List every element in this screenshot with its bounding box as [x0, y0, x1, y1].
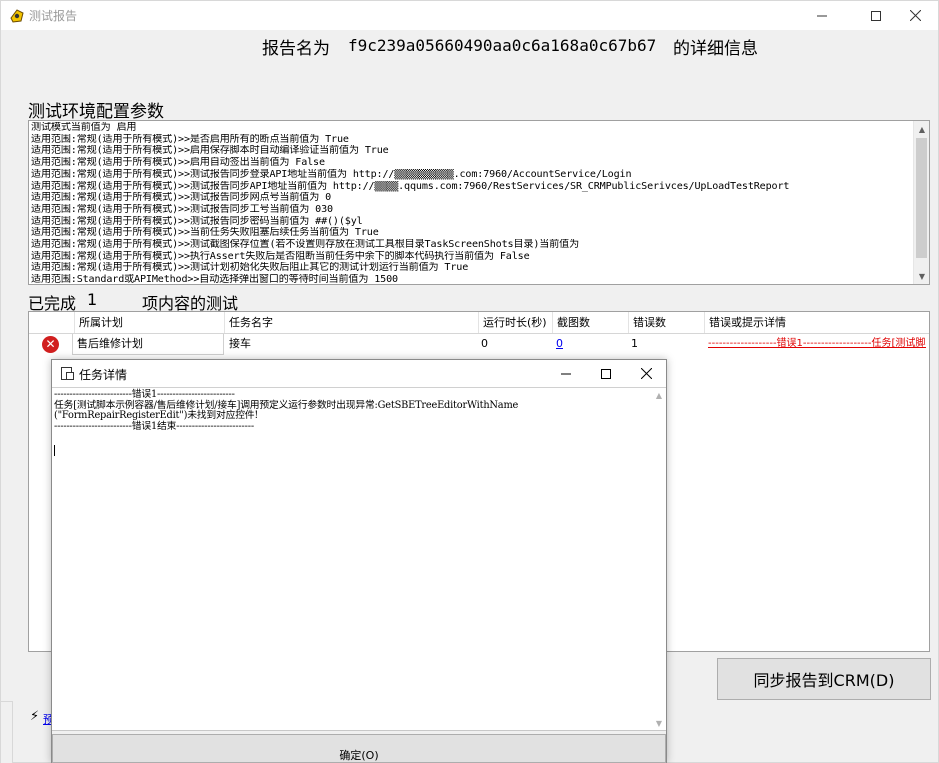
dialog-form-icon: [61, 367, 74, 380]
dialog-close-button[interactable]: [626, 360, 666, 387]
ok-button[interactable]: 确定(O): [52, 734, 666, 763]
dialog-maximize-button[interactable]: [586, 360, 626, 387]
config-line: 适用范围:常规(适用于所有模式)>>当前任务失败阻塞后续任务当前值为 True: [31, 227, 379, 239]
header-detail[interactable]: 错误或提示详情: [705, 312, 929, 333]
config-line: 测试模式当前值为 启用: [31, 122, 137, 133]
detail-lines: -------------------------错误1------------…: [54, 389, 518, 432]
cell-plan[interactable]: 售后维修计划: [72, 334, 224, 355]
config-line: 适用范围:常规(适用于所有模式)>>测试报告同步工号当前值为 030: [31, 203, 333, 215]
config-line: 适用范围:常规(适用于所有模式)>>测试报告同步密码当前值为 ##()($yl: [31, 215, 363, 227]
config-line: 适用范围:常规(适用于所有模式)>>启用自动签出当前值为 False: [31, 157, 325, 169]
config-line: 适用范围:常规(适用于所有模式)>>测试截图保存位置(若不设置则存放在测试工具根…: [31, 239, 580, 251]
header-duration[interactable]: 运行时长(秒): [479, 312, 553, 333]
lightning-icon: ⚡: [30, 709, 40, 724]
minimize-button[interactable]: [799, 1, 845, 30]
report-id: f9c239a05660490aa0c6a168a0c67b67: [348, 36, 657, 55]
grid-header: 所属计划 任务名字 运行时长(秒) 截图数 错误数 错误或提示详情: [29, 312, 929, 334]
config-section-title: 测试环境配置参数: [28, 102, 164, 122]
sync-crm-button[interactable]: 同步报告到CRM(D): [717, 658, 931, 700]
config-line: 适用范围:常规(适用于所有模式)>>测试计划初始化失败后阻止其它的测试计划运行当…: [31, 262, 469, 274]
scroll-up-icon[interactable]: ▲: [652, 388, 666, 402]
dialog-title-bar: 任务详情: [52, 360, 666, 387]
config-line: 适用范围:常规(适用于所有模式)>>执行Assert失败后是否阻断当前任务中余下…: [31, 250, 530, 262]
close-button[interactable]: [892, 1, 938, 30]
minimize-icon: [561, 373, 571, 374]
config-line: 适用范围:常规(适用于所有模式)>>是否启用所有的断点当前值为 True: [31, 133, 349, 145]
close-icon: [640, 368, 652, 379]
header-errors[interactable]: 错误数: [629, 312, 705, 333]
screenshots-link[interactable]: 0: [552, 334, 612, 355]
error-icon: ✕: [42, 336, 59, 353]
scroll-down-icon[interactable]: ▼: [914, 268, 929, 284]
config-line: 适用范围:Standard或APIMethod>>自动选择弹出窗口的等待时间当前…: [31, 274, 398, 285]
scroll-thumb[interactable]: [916, 138, 927, 258]
left-frame-edge: [1, 701, 13, 763]
detail-line: -------------------------错误1结束----------…: [54, 420, 254, 432]
config-line: 适用范围:常规(适用于所有模式)>>测试报告同步API地址当前值为 http:/…: [31, 180, 790, 192]
config-line: 适用范围:常规(适用于所有模式)>>测试报告同步网点号当前值为 0: [31, 192, 332, 204]
minimize-icon: [817, 15, 827, 16]
title-bar: 测试报告: [1, 1, 938, 30]
cell-errors: 1: [631, 337, 638, 350]
scroll-down-icon[interactable]: ▼: [652, 716, 666, 730]
maximize-icon: [601, 368, 611, 379]
heading-prefix: 报告名为: [262, 39, 330, 59]
cell-task[interactable]: 接车: [225, 334, 475, 355]
heading-suffix: 的详细信息: [673, 39, 758, 59]
window-title: 测试报告: [29, 9, 78, 23]
detail-scrollbar[interactable]: ▲ ▼: [652, 388, 666, 730]
app-icon: [10, 9, 24, 23]
config-lines: 测试模式当前值为 启用 适用范围:常规(适用于所有模式)>>是否启用所有的断点当前…: [31, 122, 911, 285]
header-plan[interactable]: 所属计划: [75, 312, 225, 333]
dialog-title: 任务详情: [79, 368, 128, 382]
cell-duration: 0: [481, 337, 488, 350]
text-caret: [54, 445, 55, 456]
task-detail-textbox[interactable]: -------------------------错误1------------…: [52, 387, 666, 731]
scroll-up-icon[interactable]: ▲: [914, 121, 929, 137]
completed-count: 1: [87, 290, 98, 309]
error-detail-link[interactable]: -------------------错误1------------------…: [704, 334, 926, 355]
config-scrollbar[interactable]: ▲ ▼: [913, 121, 929, 284]
config-line: 适用范围:常规(适用于所有模式)>>启用保存脚本时自动编译验证当前值为 True: [31, 145, 389, 157]
header-status: [29, 312, 75, 333]
maximize-icon: [871, 10, 881, 21]
header-screenshots[interactable]: 截图数: [553, 312, 629, 333]
config-line: 适用范围:常规(适用于所有模式)>>测试报告同步登录API地址当前值为 http…: [31, 168, 632, 180]
header-task[interactable]: 任务名字: [225, 312, 479, 333]
close-icon: [909, 10, 921, 21]
task-detail-dialog: 任务详情 -------------------------错误1-------…: [51, 359, 667, 763]
dialog-minimize-button[interactable]: [546, 360, 586, 387]
table-row[interactable]: ✕ 售后维修计划 接车 0 0 1 -------------------错误1…: [29, 334, 929, 355]
config-textbox[interactable]: 测试模式当前值为 启用 适用范围:常规(适用于所有模式)>>是否启用所有的断点当前…: [28, 120, 930, 285]
detail-line: -------------------------错误1------------…: [54, 389, 235, 400]
